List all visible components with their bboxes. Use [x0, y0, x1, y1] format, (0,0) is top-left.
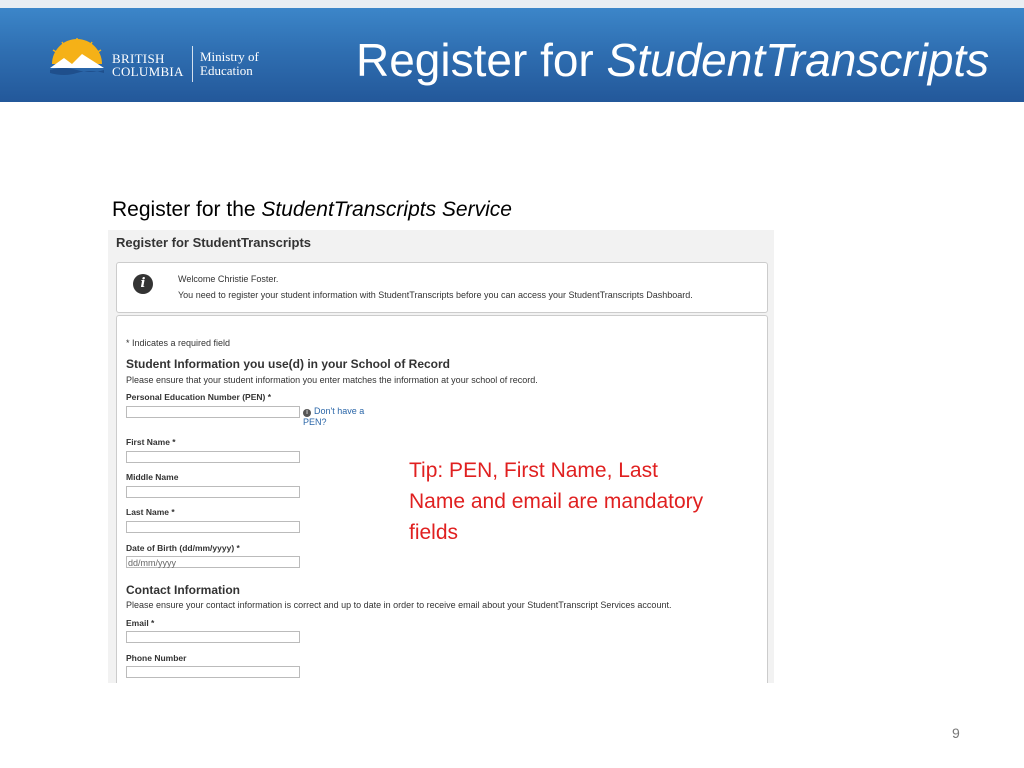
- register-instruction: You need to register your student inform…: [178, 290, 693, 300]
- pen-label: Personal Education Number (PEN) *: [126, 392, 271, 402]
- welcome-message: Welcome Christie Foster.: [178, 274, 279, 284]
- banner-top-strip: [0, 0, 1024, 8]
- phone-input[interactable]: [126, 666, 300, 678]
- slide-subtitle: Register for the StudentTranscripts Serv…: [112, 198, 512, 222]
- ministry-name: Ministry of Education: [200, 50, 259, 78]
- page-number: 9: [952, 725, 960, 741]
- last-name-label: Last Name *: [126, 507, 175, 517]
- tip-callout: Tip: PEN, First Name, Last Name and emai…: [409, 459, 704, 544]
- info-icon: i: [133, 274, 153, 294]
- first-name-input[interactable]: [126, 451, 300, 463]
- contact-info-description: Please ensure your contact information i…: [126, 600, 672, 610]
- email-label: Email *: [126, 618, 155, 628]
- ministry-line1: Ministry of: [200, 49, 259, 64]
- contact-info-heading: Contact Information: [126, 583, 240, 597]
- slide-title: Register for StudentTranscripts: [356, 32, 989, 88]
- dont-have-pen-link[interactable]: i Don't have a PEN?: [303, 406, 364, 428]
- header-banner: BRITISH COLUMBIA Ministry of Education R…: [0, 8, 1024, 102]
- pen-help-line1: Don't have a: [314, 406, 365, 416]
- student-info-description: Please ensure that your student informat…: [126, 375, 538, 385]
- last-name-input[interactable]: [126, 521, 300, 533]
- welcome-info-box: i Welcome Christie Foster. You need to r…: [116, 262, 768, 313]
- dob-label: Date of Birth (dd/mm/yyyy) *: [126, 543, 240, 553]
- phone-label: Phone Number: [126, 653, 187, 663]
- required-field-note: * Indicates a required field: [126, 338, 231, 348]
- middle-name-label: Middle Name: [126, 472, 179, 482]
- middle-name-input[interactable]: [126, 486, 300, 498]
- slide-title-plain: Register for: [356, 34, 607, 86]
- pen-help-line2: PEN?: [303, 417, 327, 427]
- help-info-icon: i: [303, 409, 311, 417]
- bc-sun-logo-icon: [50, 38, 104, 75]
- pen-input[interactable]: [126, 406, 300, 418]
- student-info-heading: Student Information you use(d) in your S…: [126, 357, 450, 371]
- logo-divider: [192, 46, 193, 82]
- slide-title-italic: StudentTranscripts: [606, 34, 990, 86]
- subtitle-italic: StudentTranscripts Service: [261, 198, 512, 221]
- dob-input[interactable]: dd/mm/yyyy: [126, 556, 300, 568]
- subtitle-plain: Register for the: [112, 198, 262, 221]
- logo-line-columbia: COLUMBIA: [112, 64, 184, 79]
- bc-wordmark: BRITISH COLUMBIA: [112, 52, 184, 78]
- email-input[interactable]: [126, 631, 300, 643]
- first-name-label: First Name *: [126, 437, 176, 447]
- form-page-title: Register for StudentTranscripts: [116, 235, 312, 250]
- ministry-line2: Education: [200, 63, 253, 78]
